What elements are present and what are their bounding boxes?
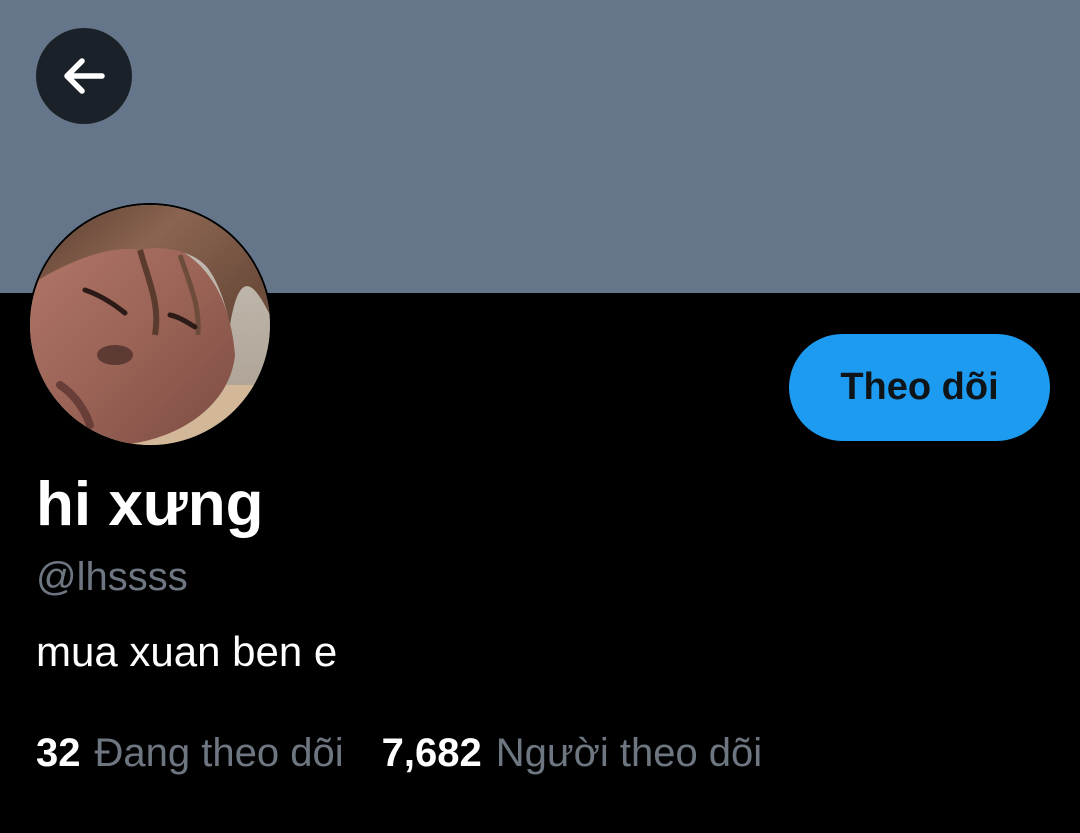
user-bio: mua xuan ben e bbox=[36, 628, 338, 675]
profile-page: Theo dõi hi xưng @lhssss mua xuan ben e … bbox=[0, 0, 1080, 833]
profile-stats: 32 Đang theo dõi 7,682 Người theo dõi bbox=[36, 733, 762, 773]
followers-link[interactable]: 7,682 Người theo dõi bbox=[382, 733, 763, 773]
following-link[interactable]: 32 Đang theo dõi bbox=[36, 733, 344, 773]
back-button[interactable] bbox=[36, 28, 132, 124]
avatar[interactable] bbox=[28, 203, 272, 447]
followers-count: 7,682 bbox=[381, 731, 482, 775]
following-label: Đang theo dõi bbox=[94, 731, 344, 775]
followers-label: Người theo dõi bbox=[495, 731, 763, 775]
display-name: hi xưng bbox=[36, 470, 264, 539]
user-handle: @lhssss bbox=[36, 555, 188, 599]
arrow-left-icon bbox=[64, 58, 105, 94]
avatar-image bbox=[30, 205, 270, 445]
following-count: 32 bbox=[36, 731, 81, 775]
follow-button[interactable]: Theo dõi bbox=[789, 334, 1050, 441]
